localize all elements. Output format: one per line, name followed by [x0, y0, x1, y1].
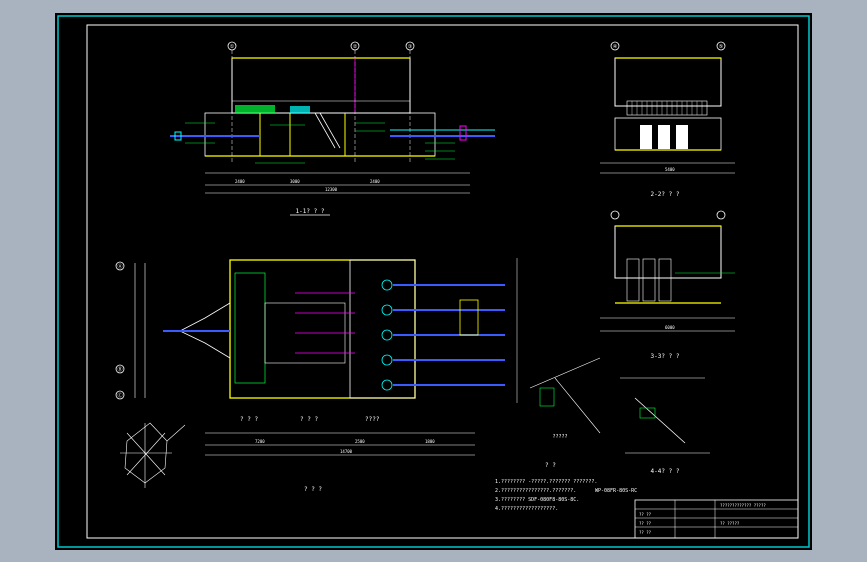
- dim-5: 5400: [665, 167, 675, 172]
- axis-top-3: ③: [408, 44, 413, 50]
- title-block-drawing-no: ?? ?????: [720, 521, 740, 526]
- dim-6: 6000: [665, 325, 675, 330]
- axis-side-a: Ⓐ: [117, 263, 122, 270]
- plan-view: Ⓐ Ⓑ Ⓒ 7200 2500 1800 14700 ? ? ? ? ? ? ?…: [115, 258, 518, 493]
- inner-border: [86, 24, 799, 539]
- axis-top-4: ④: [613, 44, 618, 50]
- note-line-4: 4.??????????????????.: [495, 506, 558, 512]
- title-plan-main: ? ? ?: [304, 486, 322, 493]
- dim-7: 7200: [255, 439, 265, 444]
- dim-3: 2400: [370, 179, 380, 184]
- title-block-row-1: ?? ??: [639, 512, 652, 517]
- note-tag: WP-08FR-80S-RC: [595, 488, 637, 494]
- outer-border: [57, 15, 810, 548]
- title-block: ????????????? ????? ?? ????? ?? ?? ?? ??…: [634, 499, 799, 539]
- title-detail: ?????: [552, 434, 567, 440]
- dim-10: 14700: [340, 449, 353, 454]
- title-section-3-3: 3-3? ? ?: [651, 353, 680, 360]
- section-3-3: 6000 3-3? ? ?: [600, 210, 735, 360]
- notes-block: ? ? 1.???????? -?????.??????? ???????. 2…: [495, 462, 637, 512]
- note-line-1: 1.???????? -?????.??????? ???????.: [495, 479, 597, 485]
- dim-2: 3000: [290, 179, 300, 184]
- note-line-3: 3.???????? SDF-080F8-80S-8C.: [495, 497, 579, 503]
- detail-view: ????? 4-4? ? ?: [529, 357, 710, 475]
- cad-drawing: ① ② ③ 2400 3000 2400 12300 1-1? ? ? ④ ⑤ …: [57, 15, 810, 548]
- dim-4: 12300: [325, 187, 338, 192]
- compass-rose: [120, 422, 186, 488]
- axis-side-b: Ⓑ: [117, 366, 122, 373]
- dim-1: 2400: [235, 179, 245, 184]
- title-plan-c: ????: [365, 416, 380, 423]
- drawing-sheet: ① ② ③ 2400 3000 2400 12300 1-1? ? ? ④ ⑤ …: [55, 13, 812, 550]
- axis-top-5: ⑤: [719, 44, 724, 50]
- title-block-project: ????????????? ?????: [720, 503, 766, 508]
- dim-9: 1800: [425, 439, 435, 444]
- title-block-row-3: ?? ??: [639, 530, 652, 535]
- title-section-4-4: 4-4? ? ?: [651, 468, 680, 475]
- axis-side-c: Ⓒ: [117, 392, 122, 399]
- title-plan-b: ? ? ?: [300, 416, 318, 423]
- notes-heading: ? ?: [545, 462, 556, 469]
- title-block-row-2: ?? ??: [639, 521, 652, 526]
- section-2-2: ④ ⑤ 5400 2-2? ? ?: [600, 41, 735, 198]
- note-line-2: 2.????????????????.???????.: [495, 488, 576, 494]
- dim-8: 2500: [355, 439, 365, 444]
- axis-top-2: ②: [353, 44, 358, 50]
- title-section-1-1: 1-1? ? ?: [296, 208, 325, 215]
- title-plan-a: ? ? ?: [240, 416, 258, 423]
- title-section-2-2: 2-2? ? ?: [651, 191, 680, 198]
- section-1-1: ① ② ③ 2400 3000 2400 12300 1-1? ? ?: [170, 41, 495, 216]
- axis-top-1: ①: [230, 44, 235, 50]
